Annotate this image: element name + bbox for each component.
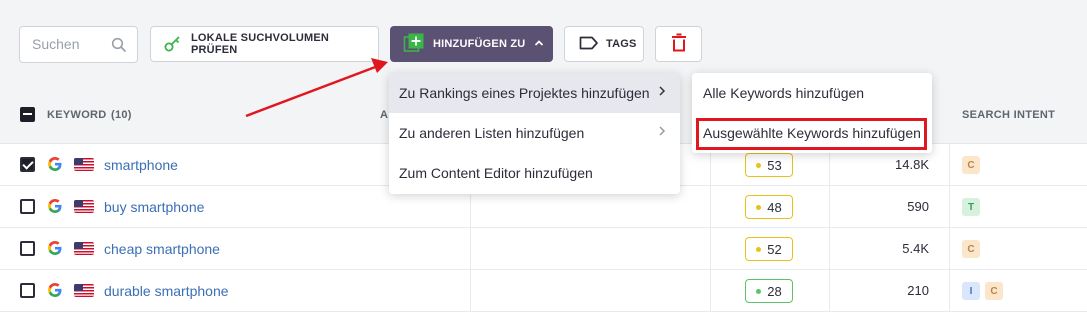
- column-divider: [470, 270, 471, 312]
- column-divider: [949, 186, 950, 228]
- check-local-volume-button[interactable]: LOKALE SUCHVOLUMEN PRÜFEN: [150, 26, 379, 62]
- chevron-right-icon: [658, 84, 666, 100]
- search-input[interactable]: [32, 36, 112, 52]
- column-divider: [949, 144, 950, 186]
- keyword-difficulty-badge: 28: [745, 279, 793, 303]
- column-divider: [829, 270, 830, 312]
- add-to-button[interactable]: HINZUFÜGEN ZU: [390, 26, 553, 62]
- menu-item-add-to-project-rankings[interactable]: Zu Rankings eines Projektes hinzufügen: [389, 73, 680, 113]
- search-icon: [111, 37, 127, 58]
- add-to-menu: Zu Rankings eines Projektes hinzufügen Z…: [389, 73, 680, 194]
- chevron-right-icon: [658, 124, 666, 140]
- search-intent-badge: I: [962, 282, 980, 300]
- google-icon: [47, 282, 63, 303]
- keyword-difficulty-value: 53: [767, 157, 782, 173]
- keyword-link[interactable]: durable smartphone: [104, 283, 229, 299]
- difficulty-dot-icon: [756, 246, 762, 252]
- search-volume-value: 14.8K: [895, 157, 929, 172]
- add-to-label: HINZUFÜGEN ZU: [433, 38, 526, 50]
- column-divider: [829, 186, 830, 228]
- search-intent-badge: T: [962, 198, 980, 216]
- keyword-difficulty-badge: 53: [745, 153, 793, 177]
- search-intent-badge: C: [962, 156, 980, 174]
- tags-label: TAGS: [606, 38, 637, 50]
- add-to-list-icon: [403, 32, 425, 57]
- tag-icon: [579, 36, 599, 53]
- menu-item-add-to-content-editor[interactable]: Zum Content Editor hinzufügen: [389, 153, 680, 193]
- us-flag-icon: [74, 158, 94, 171]
- search-intent-column-header[interactable]: SEARCH INTENT: [962, 109, 1055, 121]
- column-divider: [710, 270, 711, 312]
- table-row[interactable]: durable smartphone 28 210 IC: [0, 270, 1087, 312]
- keyword-column-header[interactable]: KEYWORD: [47, 109, 107, 121]
- row-checkbox[interactable]: [20, 199, 35, 214]
- keyword-difficulty-badge: 48: [745, 195, 793, 219]
- difficulty-dot-icon: [756, 204, 762, 210]
- check-local-volume-label: LOKALE SUCHVOLUMEN PRÜFEN: [191, 32, 330, 56]
- difficulty-dot-icon: [756, 288, 762, 294]
- table-row[interactable]: cheap smartphone 52 5.4K C: [0, 228, 1087, 270]
- menu-item-label: Zum Content Editor hinzufügen: [399, 165, 593, 181]
- search-volume-value: 210: [907, 283, 929, 298]
- search-intent-badge: C: [985, 282, 1003, 300]
- row-checkbox[interactable]: [20, 241, 35, 256]
- google-icon: [47, 198, 63, 219]
- chevron-up-icon: [534, 38, 544, 50]
- select-all-checkbox[interactable]: [20, 107, 35, 122]
- google-icon: [47, 240, 63, 261]
- us-flag-icon: [74, 200, 94, 213]
- keyword-count: (10): [111, 109, 132, 121]
- search-intent-badge: C: [962, 240, 980, 258]
- row-checkbox[interactable]: [20, 283, 35, 298]
- keyword-difficulty-value: 52: [767, 241, 782, 257]
- submenu-item-label: Alle Keywords hinzufügen: [703, 85, 865, 101]
- column-divider: [829, 228, 830, 270]
- keyword-link[interactable]: cheap smartphone: [104, 241, 220, 257]
- column-header-a[interactable]: A: [380, 109, 388, 121]
- submenu-item-add-all-keywords[interactable]: Alle Keywords hinzufügen: [692, 73, 932, 113]
- keyword-link[interactable]: smartphone: [104, 157, 178, 173]
- row-checkbox[interactable]: [20, 157, 35, 172]
- us-flag-icon: [74, 284, 94, 297]
- search-volume-value: 590: [907, 199, 929, 214]
- column-divider: [470, 228, 471, 270]
- column-divider: [710, 228, 711, 270]
- keyword-difficulty-value: 28: [767, 283, 782, 299]
- us-flag-icon: [74, 242, 94, 255]
- keyword-difficulty-value: 48: [767, 199, 782, 215]
- delete-button[interactable]: [655, 26, 702, 62]
- column-divider: [949, 270, 950, 312]
- keyword-link[interactable]: buy smartphone: [104, 199, 204, 215]
- tags-button[interactable]: TAGS: [564, 26, 644, 62]
- menu-item-add-to-other-lists[interactable]: Zu anderen Listen hinzufügen: [389, 113, 680, 153]
- difficulty-dot-icon: [756, 162, 762, 168]
- trash-icon: [670, 33, 688, 56]
- key-icon: [163, 33, 183, 56]
- column-divider: [710, 186, 711, 228]
- google-icon: [47, 156, 63, 177]
- menu-item-label: Zu Rankings eines Projektes hinzufügen: [399, 85, 650, 101]
- menu-item-label: Zu anderen Listen hinzufügen: [399, 125, 585, 141]
- search-box[interactable]: [19, 26, 138, 63]
- search-volume-value: 5.4K: [902, 241, 929, 256]
- keyword-difficulty-badge: 52: [745, 237, 793, 261]
- highlight-box: [696, 118, 927, 150]
- column-divider: [949, 228, 950, 270]
